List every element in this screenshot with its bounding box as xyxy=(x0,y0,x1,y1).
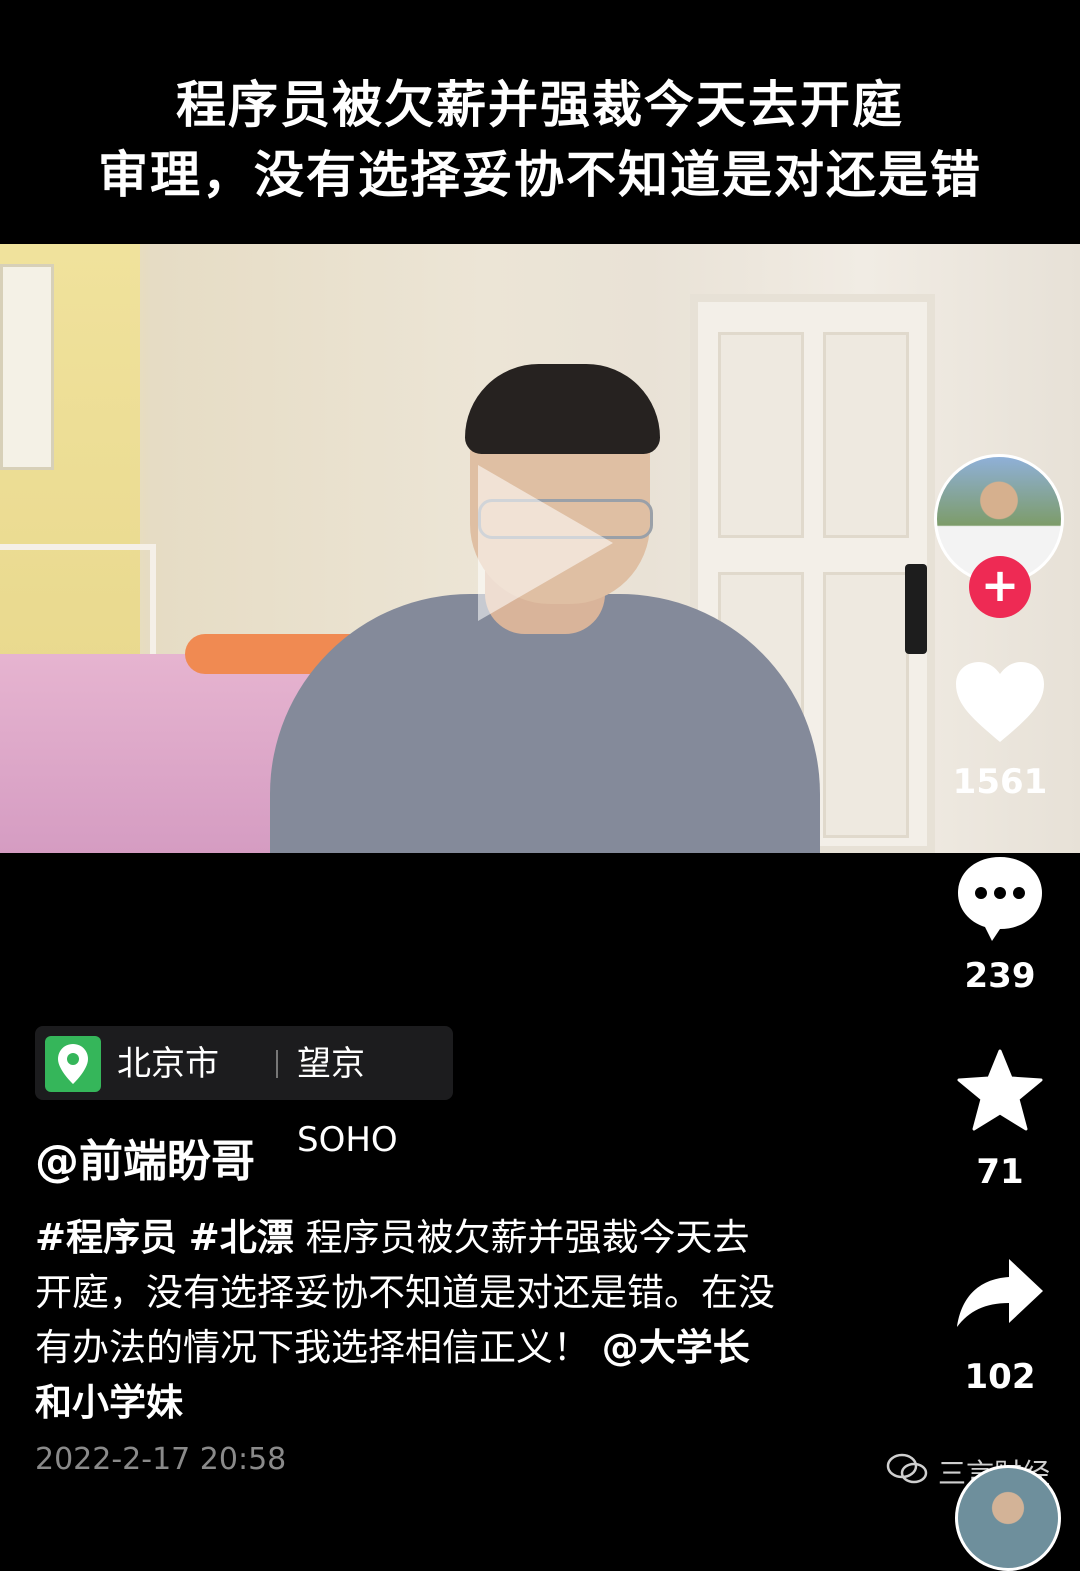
location-chip[interactable]: 北京市 望京SOHO xyxy=(35,1026,453,1160)
door-panel xyxy=(718,332,804,538)
wechat-icon xyxy=(886,1453,928,1484)
play-icon[interactable] xyxy=(478,465,613,621)
location-city: 北京市 xyxy=(117,1044,219,1084)
video-scene-door-lock xyxy=(905,564,927,654)
share-arrow-icon xyxy=(957,1259,1043,1327)
comment-icon xyxy=(958,857,1042,941)
location-pin-icon xyxy=(45,1036,101,1092)
bottom-avatar[interactable] xyxy=(955,1465,1061,1571)
hashtag-link[interactable]: #北漂 xyxy=(189,1216,294,1259)
video-title: 程序员被欠薪并强裁今天去开庭 审理，没有选择妥协不知道是对还是错 xyxy=(0,70,1080,210)
video-scene-poster xyxy=(0,264,54,470)
comment-count: 239 xyxy=(964,956,1036,996)
author-username[interactable]: @前端盼哥 xyxy=(35,1125,255,1189)
location-place: 望京SOHO xyxy=(297,1044,398,1160)
post-description: #程序员 #北漂 程序员被欠薪并强裁今天去开庭，没有选择妥协不知道是对还是错。在… xyxy=(35,1210,785,1430)
video-person-hair xyxy=(465,364,660,454)
favorite-button[interactable] xyxy=(950,1048,1050,1136)
door-panel xyxy=(823,572,909,838)
follow-button[interactable]: + xyxy=(969,556,1031,618)
like-count: 1561 xyxy=(952,762,1048,802)
favorite-count: 71 xyxy=(976,1152,1024,1192)
location-divider xyxy=(276,1050,278,1078)
video-title-line1: 程序员被欠薪并强裁今天去开庭 xyxy=(176,76,904,134)
heart-icon xyxy=(956,662,1044,742)
share-count: 102 xyxy=(964,1357,1036,1397)
post-date: 2022-2-17 20:58 xyxy=(35,1442,287,1477)
share-button[interactable] xyxy=(950,1255,1050,1335)
video-title-line2: 审理，没有选择妥协不知道是对还是错 xyxy=(98,146,982,204)
comment-button[interactable] xyxy=(950,853,1050,947)
like-button[interactable] xyxy=(950,660,1050,748)
star-icon xyxy=(957,1049,1043,1131)
door-panel xyxy=(823,332,909,538)
hashtag-link[interactable]: #程序员 xyxy=(35,1216,177,1259)
